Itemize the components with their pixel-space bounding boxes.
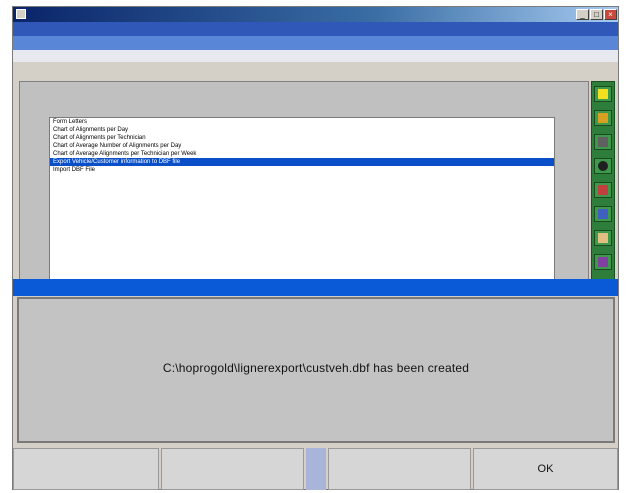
list-item-form-letters[interactable]: Form Letters xyxy=(50,118,554,126)
title-bar: _ □ × xyxy=(13,7,618,22)
function-button-1[interactable] xyxy=(13,448,159,490)
function-button-3[interactable] xyxy=(328,448,471,490)
help-icon[interactable] xyxy=(594,86,612,102)
screen-subheader xyxy=(13,36,618,50)
message-dialog: C:\hoprogold\lignerexport\custveh.dbf ha… xyxy=(17,297,615,443)
ok-button[interactable]: OK xyxy=(473,448,618,490)
list-item-alignments-per-day[interactable]: Chart of Alignments per Day xyxy=(50,126,554,134)
maximize-button[interactable]: □ xyxy=(590,9,603,20)
close-button[interactable]: × xyxy=(604,9,617,20)
car-icon[interactable] xyxy=(594,182,612,198)
screen-header xyxy=(13,22,618,36)
list-item-alignments-per-technician[interactable]: Chart of Alignments per Technician xyxy=(50,134,554,142)
list-item-average-per-technician-week[interactable]: Chart of Average Alignments per Technici… xyxy=(50,150,554,158)
wrench-icon[interactable] xyxy=(594,134,612,150)
minimize-button[interactable]: _ xyxy=(576,9,589,20)
option-list[interactable]: Form Letters Chart of Alignments per Day… xyxy=(49,117,555,283)
message-text: C:\hoprogold\lignerexport\custveh.dbf ha… xyxy=(162,361,470,375)
button-gap xyxy=(306,448,326,490)
function-button-row: OK xyxy=(13,448,618,490)
tool-icon[interactable] xyxy=(594,206,612,222)
tire-icon[interactable] xyxy=(594,158,612,174)
app-window: _ □ × Form Letters Chart of Alignments p… xyxy=(12,6,619,490)
function-button-2[interactable] xyxy=(161,448,304,490)
list-item-export-dbf[interactable]: Export Vehicle/Customer information to D… xyxy=(50,158,554,166)
side-toolbar xyxy=(591,81,615,285)
dialog-title-bar xyxy=(13,279,618,296)
app-icon xyxy=(16,9,26,19)
list-item-average-per-day[interactable]: Chart of Average Number of Alignments pe… xyxy=(50,142,554,150)
person-icon[interactable] xyxy=(594,230,612,246)
top-frame xyxy=(13,50,618,62)
list-item-import-dbf[interactable]: Import DBF File xyxy=(50,166,554,174)
back-icon[interactable] xyxy=(594,254,612,270)
folder-icon[interactable] xyxy=(594,110,612,126)
